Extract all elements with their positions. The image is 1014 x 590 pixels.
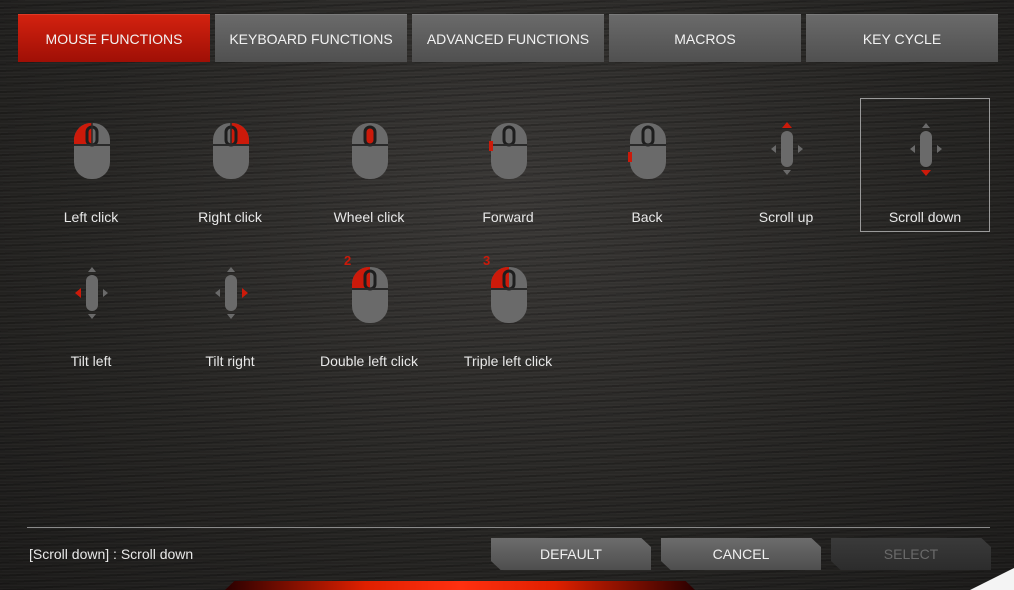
tilt-right-icon bbox=[215, 267, 248, 319]
status-text: [Scroll down] : Scroll down bbox=[29, 546, 194, 562]
mouse-right-click-icon bbox=[213, 122, 250, 179]
tilt-left-icon bbox=[75, 267, 108, 319]
tab-key-cycle[interactable]: KEY CYCLE bbox=[806, 14, 998, 62]
corner-accent bbox=[970, 568, 1014, 590]
select-button[interactable]: SELECT bbox=[831, 538, 991, 570]
function-label: Tilt right bbox=[205, 353, 255, 369]
click-count-badge: 3 bbox=[483, 253, 490, 268]
tab-keyboard-functions[interactable]: KEYBOARD FUNCTIONS bbox=[215, 14, 407, 62]
mouse-back-icon bbox=[628, 123, 666, 179]
function-label: Triple left click bbox=[463, 353, 553, 369]
mouse-wheel-click-icon bbox=[352, 123, 388, 179]
mouse-triple-left-click-icon: 3 bbox=[483, 253, 527, 323]
function-label: Wheel click bbox=[333, 209, 405, 225]
mouse-left-click-icon bbox=[73, 122, 110, 179]
scroll-down-icon bbox=[910, 123, 942, 176]
function-scroll-up[interactable]: Scroll up bbox=[721, 98, 851, 232]
function-tilt-left[interactable]: Tilt left bbox=[26, 242, 156, 376]
function-double-left-click[interactable]: 2 Double left click bbox=[304, 242, 434, 376]
function-label: Double left click bbox=[319, 353, 419, 369]
function-label: Scroll up bbox=[758, 209, 814, 225]
function-label: Left click bbox=[63, 209, 119, 225]
tab-bar: MOUSE FUNCTIONS KEYBOARD FUNCTIONS ADVAN… bbox=[18, 14, 998, 62]
bottom-glow-accent bbox=[225, 581, 695, 590]
function-back[interactable]: Back bbox=[582, 98, 712, 232]
function-right-click[interactable]: Right click bbox=[165, 98, 295, 232]
function-label: Forward bbox=[482, 209, 534, 225]
function-label: Right click bbox=[198, 209, 262, 225]
function-triple-left-click[interactable]: 3 Triple left click bbox=[443, 242, 573, 376]
mouse-forward-icon bbox=[489, 123, 527, 179]
function-label: Tilt left bbox=[70, 353, 112, 369]
tab-macros[interactable]: MACROS bbox=[609, 14, 801, 62]
function-label: Scroll down bbox=[888, 209, 962, 225]
cancel-button[interactable]: CANCEL bbox=[661, 538, 821, 570]
function-label: Back bbox=[631, 209, 663, 225]
mouse-double-left-click-icon: 2 bbox=[344, 253, 388, 323]
tab-mouse-functions[interactable]: MOUSE FUNCTIONS bbox=[18, 14, 210, 62]
tab-advanced-functions[interactable]: ADVANCED FUNCTIONS bbox=[412, 14, 604, 62]
function-wheel-click[interactable]: Wheel click bbox=[304, 98, 434, 232]
function-scroll-down[interactable]: Scroll down bbox=[860, 98, 990, 232]
click-count-badge: 2 bbox=[344, 253, 351, 268]
function-forward[interactable]: Forward bbox=[443, 98, 573, 232]
scroll-up-icon bbox=[771, 122, 803, 175]
function-left-click[interactable]: Left click bbox=[26, 98, 156, 232]
footer-divider bbox=[27, 527, 990, 528]
default-button[interactable]: DEFAULT bbox=[491, 538, 651, 570]
function-tilt-right[interactable]: Tilt right bbox=[165, 242, 295, 376]
